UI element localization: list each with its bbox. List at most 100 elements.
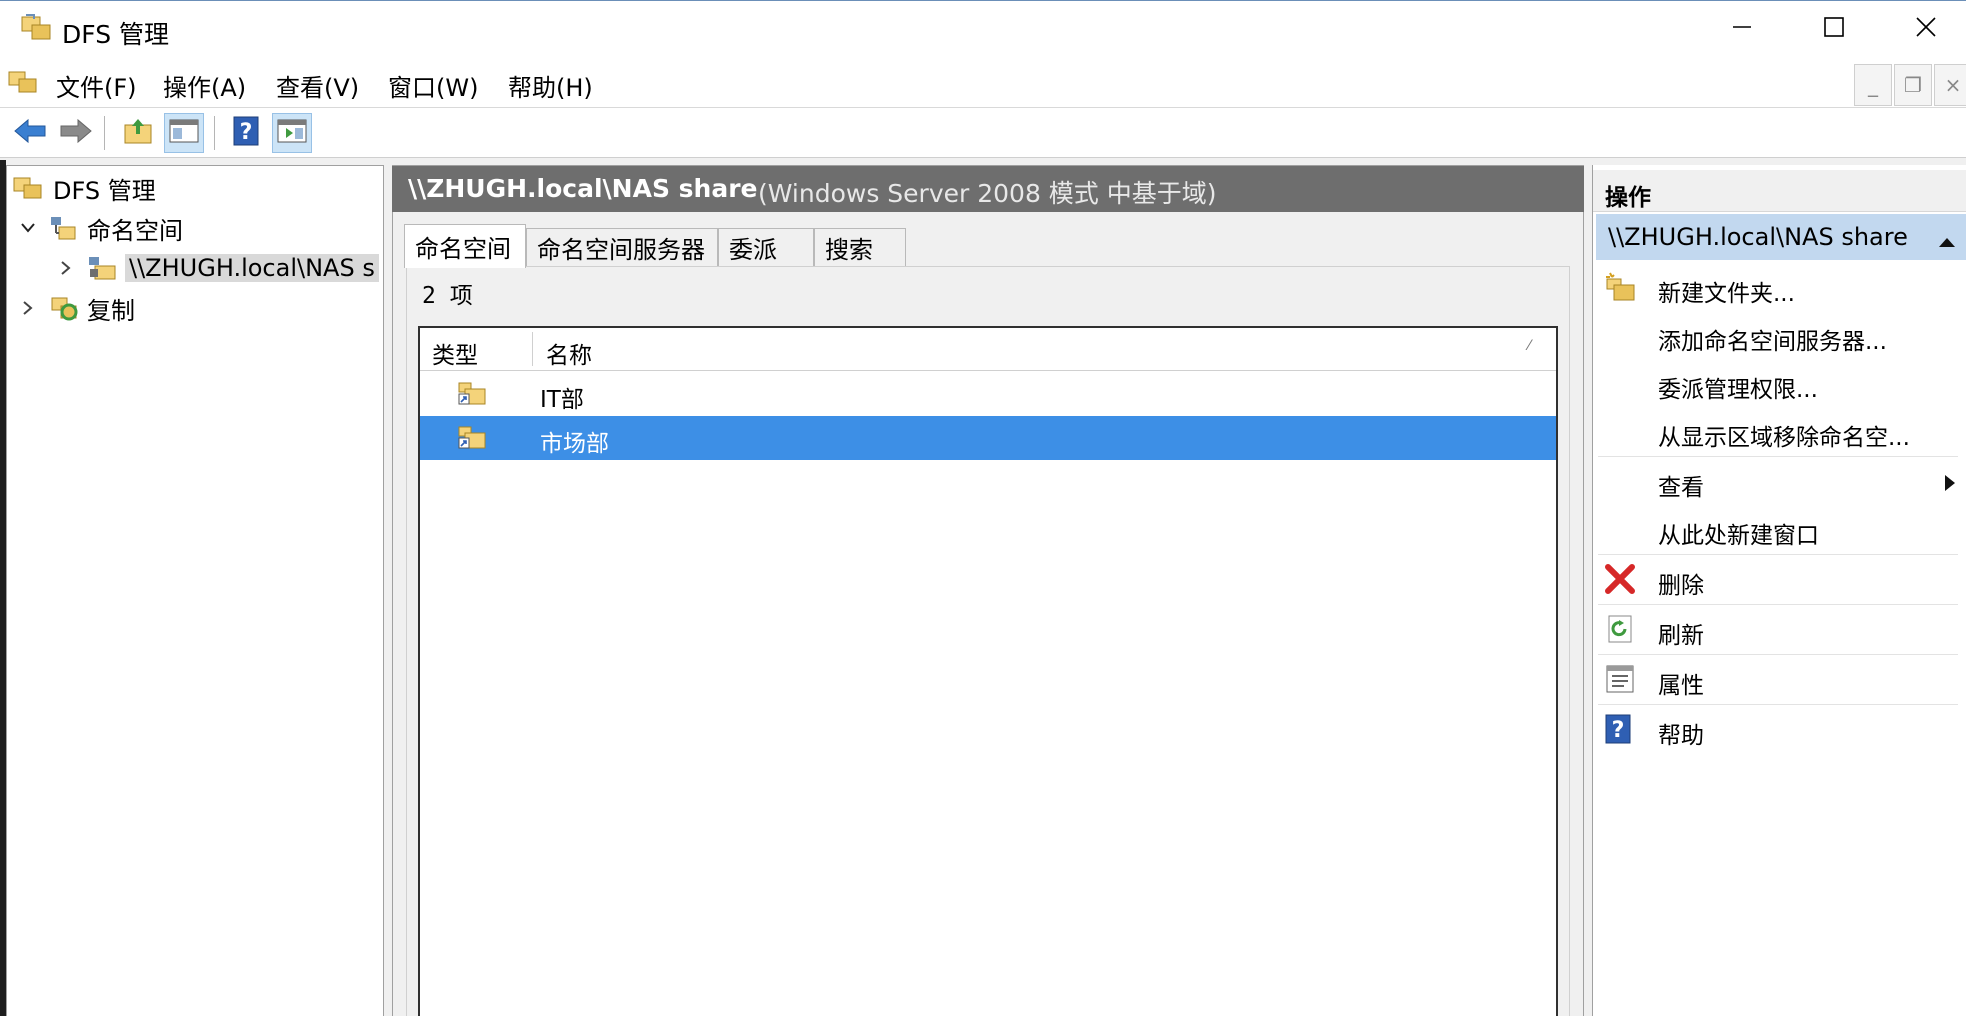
tree-item-dfs-management[interactable]: DFS 管理 bbox=[13, 170, 156, 206]
action-refresh[interactable]: 刷新 bbox=[1596, 606, 1966, 652]
help-button[interactable]: ? bbox=[226, 113, 266, 153]
collapse-up-icon bbox=[1938, 227, 1956, 255]
submenu-arrow-icon bbox=[1944, 472, 1956, 498]
actions-title: 操作 bbox=[1593, 170, 1966, 212]
action-label: 添加命名空间服务器... bbox=[1658, 329, 1887, 355]
namespace-folder-icon bbox=[456, 378, 488, 412]
toolbar-separator bbox=[214, 116, 215, 150]
show-hide-tree-icon bbox=[168, 117, 200, 149]
action-view[interactable]: 查看 bbox=[1596, 458, 1966, 504]
refresh-icon bbox=[1604, 613, 1636, 651]
actions-separator bbox=[1598, 654, 1958, 655]
new-folder-icon bbox=[1604, 271, 1636, 309]
menu-view[interactable]: 查看(V) bbox=[276, 68, 359, 103]
actions-separator bbox=[1598, 704, 1958, 705]
action-label: 刷新 bbox=[1658, 623, 1704, 649]
action-label: 新建文件夹... bbox=[1658, 281, 1795, 307]
tree-label: 复制 bbox=[87, 296, 135, 325]
help-icon: ? bbox=[232, 115, 260, 151]
back-arrow-icon bbox=[13, 118, 47, 148]
action-delete[interactable]: 删除 bbox=[1596, 556, 1966, 602]
tree-label: \\ZHUGH.local\NAS s bbox=[125, 254, 379, 282]
action-label: 从显示区域移除命名空... bbox=[1658, 425, 1910, 451]
details-header: \\ZHUGH.local\NAS share (Windows Server … bbox=[392, 166, 1584, 212]
delete-icon bbox=[1604, 563, 1636, 601]
help-icon: ? bbox=[1604, 713, 1632, 751]
tab-namespace[interactable]: 命名空间 bbox=[404, 224, 526, 268]
actions-separator bbox=[1598, 604, 1958, 605]
forward-button[interactable] bbox=[56, 113, 96, 153]
namespace-folder-icon bbox=[456, 422, 488, 456]
action-label: 从此处新建窗口 bbox=[1658, 523, 1819, 549]
action-remove-namespace-from-display[interactable]: 从显示区域移除命名空... bbox=[1596, 408, 1966, 454]
mdi-close-button[interactable]: × bbox=[1934, 64, 1966, 106]
dfs-management-icon bbox=[20, 13, 54, 47]
action-label: 查看 bbox=[1658, 475, 1704, 501]
action-label: 帮助 bbox=[1658, 723, 1704, 749]
actions-title-text: 操作 bbox=[1605, 185, 1651, 211]
action-add-namespace-server[interactable]: 添加命名空间服务器... bbox=[1596, 312, 1966, 358]
namespace-mode-subtitle: (Windows Server 2008 模式 中基于域) bbox=[758, 179, 1217, 208]
actions-section-header[interactable]: \\ZHUGH.local\NAS share bbox=[1596, 214, 1966, 260]
action-properties[interactable]: 属性 bbox=[1596, 656, 1966, 702]
action-label: 属性 bbox=[1658, 673, 1704, 699]
folder-name: 市场部 bbox=[540, 431, 609, 457]
table-row[interactable]: IT部 bbox=[420, 372, 1556, 416]
tab-search[interactable]: 搜索 bbox=[814, 228, 906, 266]
forward-arrow-icon bbox=[59, 118, 93, 148]
actions-section-title: \\ZHUGH.local\NAS share bbox=[1608, 223, 1908, 251]
minimize-button[interactable] bbox=[1696, 1, 1788, 57]
show-hide-action-pane-icon bbox=[276, 117, 308, 149]
action-delegate-permissions[interactable]: 委派管理权限... bbox=[1596, 360, 1966, 406]
column-name[interactable]: 名称 bbox=[546, 336, 592, 370]
window-title: DFS 管理 bbox=[62, 20, 170, 49]
item-count: 2 项 bbox=[422, 283, 473, 309]
action-new-folder[interactable]: 新建文件夹... bbox=[1596, 264, 1966, 310]
chevron-right-icon[interactable] bbox=[17, 300, 39, 316]
show-hide-console-tree-button[interactable] bbox=[164, 113, 204, 153]
menu-file[interactable]: 文件(F) bbox=[56, 68, 137, 103]
title-bar: DFS 管理 bbox=[0, 0, 1966, 56]
action-label: 委派管理权限... bbox=[1658, 377, 1818, 403]
toolbar-separator bbox=[104, 116, 105, 150]
chevron-right-icon[interactable] bbox=[55, 260, 77, 276]
action-new-window-from-here[interactable]: 从此处新建窗口 bbox=[1596, 506, 1966, 552]
replication-icon bbox=[49, 294, 79, 322]
column-type[interactable]: 类型 bbox=[432, 336, 478, 370]
mdi-restore-button[interactable]: ❐ bbox=[1894, 64, 1932, 106]
action-label: 删除 bbox=[1658, 573, 1704, 599]
tab-delegation[interactable]: 委派 bbox=[718, 228, 814, 266]
menu-action[interactable]: 操作(A) bbox=[163, 68, 246, 103]
namespace-icon bbox=[87, 254, 117, 282]
tree-label: 命名空间 bbox=[87, 216, 183, 245]
svg-text:?: ? bbox=[1612, 718, 1625, 743]
console-tree: DFS 管理 命名空间 \\ZHUGH.local\NAS s 复制 bbox=[6, 165, 384, 1016]
column-separator[interactable] bbox=[532, 332, 533, 366]
tab-namespace-servers[interactable]: 命名空间服务器 bbox=[526, 228, 718, 266]
menu-help[interactable]: 帮助(H) bbox=[508, 68, 593, 103]
sort-indicator-icon: ⁄ bbox=[1528, 338, 1531, 354]
mmc-app-icon bbox=[8, 68, 40, 100]
tree-item-namespaces[interactable]: 命名空间 bbox=[17, 210, 183, 246]
table-row[interactable]: 市场部 bbox=[420, 416, 1556, 460]
up-one-level-button[interactable] bbox=[118, 113, 158, 153]
namespaces-icon bbox=[49, 214, 79, 242]
namespace-folder-list[interactable]: 类型 名称 ⁄ IT部 市场部 bbox=[418, 326, 1558, 1016]
minimize-icon bbox=[1731, 16, 1753, 42]
svg-text:?: ? bbox=[240, 120, 253, 145]
toolbar: ? bbox=[0, 108, 1966, 158]
tree-item-namespace-nas-share[interactable]: \\ZHUGH.local\NAS s bbox=[55, 250, 379, 286]
tree-item-replication[interactable]: 复制 bbox=[17, 290, 135, 326]
show-hide-action-pane-button[interactable] bbox=[272, 113, 312, 153]
maximize-icon bbox=[1823, 16, 1845, 42]
chevron-down-icon[interactable] bbox=[17, 222, 39, 234]
close-icon bbox=[1915, 16, 1937, 42]
action-help[interactable]: ? 帮助 bbox=[1596, 706, 1966, 752]
mdi-minimize-button[interactable]: _ bbox=[1854, 64, 1892, 106]
maximize-button[interactable] bbox=[1788, 1, 1880, 57]
up-folder-icon bbox=[122, 116, 154, 150]
namespace-path-title: \\ZHUGH.local\NAS share bbox=[408, 174, 758, 203]
menu-window[interactable]: 窗口(W) bbox=[388, 68, 478, 103]
close-button[interactable] bbox=[1880, 1, 1966, 57]
back-button[interactable] bbox=[10, 113, 50, 153]
